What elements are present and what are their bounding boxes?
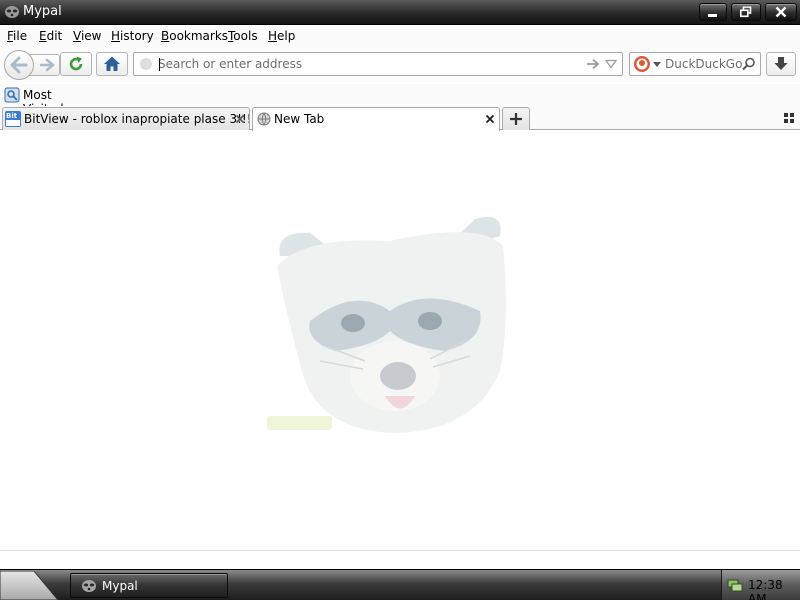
- back-forward-group: [4, 50, 60, 80]
- tab-bitview[interactable]: Bit BitView - roblox inapropiate plase 3…: [2, 107, 250, 130]
- menu-tools[interactable]: Tools: [228, 29, 258, 43]
- bookmark-folder-icon: [4, 87, 20, 103]
- menu-bar: File Edit View History Bookmarks Tools H…: [0, 26, 800, 46]
- search-icon[interactable]: [742, 57, 756, 71]
- raccoon-logo: [267, 217, 506, 433]
- reload-icon: [69, 56, 83, 71]
- plus-icon: [510, 113, 522, 125]
- url-input[interactable]: [158, 55, 578, 73]
- address-bar[interactable]: [133, 52, 623, 76]
- close-icon: [775, 6, 787, 18]
- taskbar-item-mypal[interactable]: Mypal: [70, 573, 228, 598]
- title-bar: Mypal: [0, 0, 800, 25]
- menu-edit[interactable]: Edit: [39, 29, 62, 43]
- tab-title: New Tab: [274, 112, 325, 126]
- tab-grid-icon[interactable]: [783, 112, 795, 124]
- search-bar[interactable]: DuckDuckGo: [629, 52, 761, 76]
- globe-icon: [257, 112, 271, 126]
- back-button[interactable]: [4, 50, 34, 80]
- close-button[interactable]: [765, 3, 797, 21]
- restore-button[interactable]: [731, 3, 761, 21]
- tab-title: BitView - roblox inapropiate plase 3!!!!…: [24, 112, 249, 126]
- menu-bookmarks[interactable]: Bookmarks: [161, 29, 228, 43]
- bookmark-most-visited[interactable]: Most Visited: [2, 84, 82, 116]
- start-button[interactable]: [0, 571, 60, 600]
- svg-text:Bit: Bit: [6, 112, 18, 120]
- history-dropdown-icon[interactable]: [605, 59, 617, 69]
- navigation-toolbar: DuckDuckGo: [0, 46, 800, 82]
- close-tab-icon[interactable]: [484, 113, 496, 125]
- download-button[interactable]: [766, 52, 796, 76]
- home-button[interactable]: [96, 52, 128, 76]
- menu-history[interactable]: History: [111, 29, 154, 43]
- forward-arrow-icon: [39, 58, 55, 72]
- duckduckgo-icon[interactable]: [633, 55, 651, 73]
- raccoon-icon: [5, 6, 19, 18]
- menu-view[interactable]: View: [73, 29, 101, 43]
- reload-button[interactable]: [60, 52, 92, 76]
- menu-help[interactable]: Help: [268, 29, 295, 43]
- taskbar-item-label: Mypal: [102, 579, 138, 593]
- bookmarks-toolbar: Most Visited: [0, 84, 800, 116]
- text-caret: [159, 58, 160, 71]
- go-arrow-icon[interactable]: [586, 58, 600, 70]
- site-identity-icon: [140, 58, 152, 70]
- network-icon[interactable]: [727, 577, 743, 593]
- close-tab-icon[interactable]: [234, 113, 246, 125]
- page-content: [0, 131, 800, 569]
- status-divider: [0, 550, 800, 551]
- system-tray: 12:38 AM: [721, 570, 800, 600]
- window-title: Mypal: [23, 4, 62, 19]
- tab-new-tab[interactable]: New Tab: [252, 107, 500, 131]
- download-icon: [774, 57, 788, 70]
- bitview-favicon: Bit: [5, 111, 21, 127]
- clock: 12:38 AM: [748, 578, 783, 600]
- menu-file[interactable]: File: [7, 29, 27, 43]
- raccoon-icon: [82, 580, 96, 592]
- back-arrow-icon: [10, 56, 28, 74]
- restore-icon: [740, 6, 752, 18]
- minimize-button[interactable]: [699, 3, 727, 21]
- tab-strip: Bit BitView - roblox inapropiate plase 3…: [0, 106, 800, 131]
- engine-dropdown-icon[interactable]: [653, 62, 661, 68]
- taskbar: Mypal 12:38 AM: [0, 569, 800, 600]
- home-icon: [104, 56, 120, 71]
- minimize-icon: [708, 14, 717, 17]
- search-engine-placeholder: DuckDuckGo: [665, 57, 743, 71]
- new-tab-button[interactable]: [502, 107, 530, 130]
